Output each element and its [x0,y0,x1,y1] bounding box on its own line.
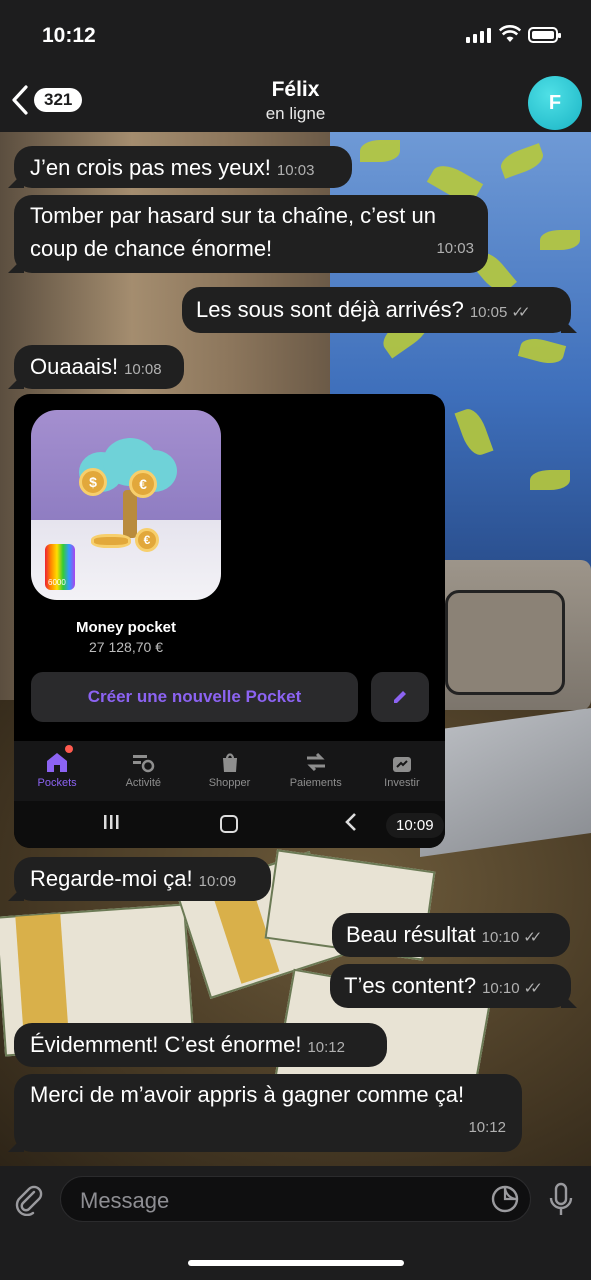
notification-dot [65,745,73,753]
message-bubble-incoming[interactable]: Ouaaais! 10:08 [14,345,184,389]
chevron-left-icon [345,813,356,831]
message-text: Tomber par hasard sur ta chaîne, c’est u… [30,203,436,261]
android-nav-bar: 10:09 [14,801,445,848]
home-indicator[interactable] [188,1260,404,1266]
contact-name[interactable]: Félix [0,78,591,102]
message-text: Beau résultat [346,922,476,947]
message-time: 10:10 [481,929,520,946]
read-receipt-icon: ✓✓ [511,304,530,321]
card-label: 6000 [48,578,66,587]
message-text: Les sous sont déjà arrivés? [196,297,464,322]
shared-screenshot-image[interactable]: $ € € 6000 Money pocket 27 128,70 € Crée… [14,394,445,848]
message-bubble-outgoing[interactable]: Beau résultat 10:10 ✓✓ [332,913,570,957]
message-bubble-outgoing[interactable]: Les sous sont déjà arrivés? 10:05 ✓✓ [182,287,571,333]
read-receipt-icon: ✓✓ [523,980,543,997]
avatar[interactable]: F [528,76,582,130]
tab-shopper: Shopper [186,741,272,801]
app-tab-bar: Pockets Activité Shopper Paiements Inves… [14,741,445,801]
tab-label: Paiements [289,777,342,789]
tab-label: Pockets [37,777,77,789]
message-time: 10:05 [469,304,508,321]
message-text: T’es content? [344,973,477,998]
sticker-icon[interactable] [490,1184,520,1214]
tab-investir: Investir [359,741,445,801]
message-text: Merci de m’avoir appris à gagner comme ç… [30,1082,465,1107]
message-time: 10:08 [124,361,162,378]
activity-icon [133,755,155,773]
edit-button [371,672,429,722]
microphone-icon[interactable] [548,1182,574,1218]
message-text: Ouaaais! [30,354,119,379]
pocket-name: Money pocket [75,619,177,636]
message-bubble-incoming[interactable]: Évidemment! C’est énorme! 10:12 [14,1023,387,1067]
avatar-initial: F [548,91,562,114]
message-placeholder: Message [80,1188,170,1213]
message-time: 10:10 [482,980,520,997]
invest-icon [392,757,411,772]
pencil-icon [394,691,406,703]
message-bubble-incoming[interactable]: Regarde-moi ça! 10:09 [14,857,271,901]
shopping-bag-icon [222,753,237,772]
attachment-icon[interactable] [14,1184,44,1216]
message-text: Regarde-moi ça! [30,866,193,891]
transfer-arrows-icon [306,752,325,772]
message-bubble-incoming[interactable]: Merci de m’avoir appris à gagner comme ç… [14,1074,522,1152]
tab-label: Shopper [208,777,251,789]
read-receipt-icon: ✓✓ [523,929,542,946]
tab-label: Activité [125,777,162,789]
message-bubble-incoming[interactable]: Tomber par hasard sur ta chaîne, c’est u… [14,195,488,273]
tab-pockets: Pockets [14,741,100,801]
message-text: Évidemment! C’est énorme! [30,1032,302,1057]
image-timestamp: 10:09 [386,813,444,838]
chat-header: 321 Félix en ligne F [0,70,591,132]
message-text: J’en crois pas mes yeux! [30,155,271,180]
message-time: 10:12 [468,1119,506,1136]
battery-icon [528,27,561,43]
tab-activite: Activité [100,741,186,801]
pocket-amount: 27 128,70 € [89,639,163,655]
message-time: 10:09 [198,873,237,890]
home-button-icon [220,815,238,833]
message-bubble-outgoing[interactable]: T’es content? 10:10 ✓✓ [330,964,571,1008]
message-time: 10:12 [307,1039,345,1056]
tab-label: Investir [384,777,420,789]
message-time: 10:03 [276,162,315,179]
message-input-bar: Message [0,1166,591,1280]
money-pocket-card: $ € € 6000 [31,410,221,600]
create-pocket-button: Créer une nouvelle Pocket [31,672,358,722]
status-bar: 10:12 [0,0,591,70]
recent-apps-icon [104,815,119,829]
card-icon: 6000 [45,544,75,590]
tab-paiements: Paiements [273,741,359,801]
message-input[interactable]: Message [60,1176,531,1222]
message-time: 10:03 [436,240,474,257]
wifi-icon [499,25,521,42]
status-time: 10:12 [42,24,96,47]
message-bubble-incoming[interactable]: J’en crois pas mes yeux! 10:03 [14,146,352,188]
contact-status: en ligne [265,104,326,123]
home-icon [47,753,68,772]
cellular-signal-icon [466,28,491,43]
